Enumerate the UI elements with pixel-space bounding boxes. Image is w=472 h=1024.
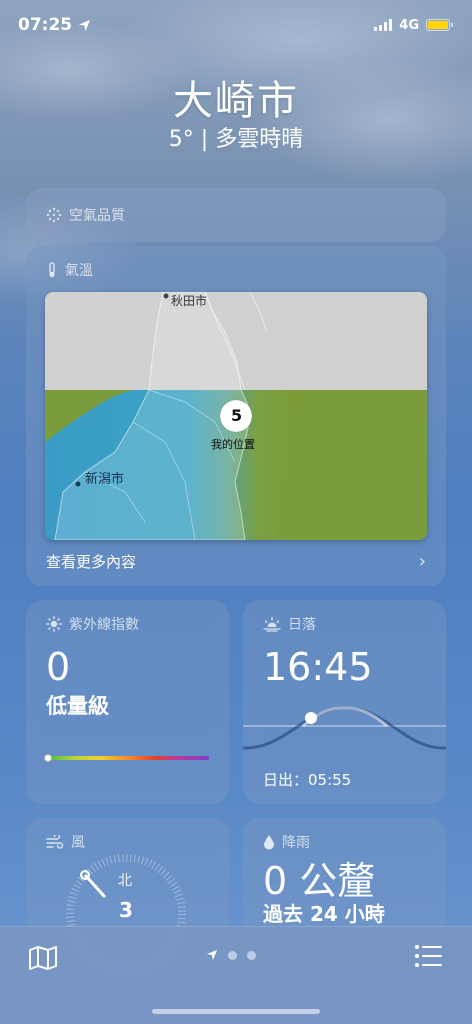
location-arrow-icon bbox=[79, 19, 91, 31]
sunset-card[interactable]: 日落 16:45 日出：05:55 bbox=[243, 600, 446, 804]
uv-title: 紫外線指數 bbox=[69, 617, 139, 633]
see-more-link[interactable]: 查看更多內容 bbox=[46, 551, 136, 572]
status-time: 07:25 bbox=[18, 15, 73, 35]
list-icon[interactable] bbox=[414, 943, 444, 969]
uv-scale-bar bbox=[44, 754, 209, 762]
cellular-signal-icon bbox=[374, 19, 393, 31]
sun-icon bbox=[46, 616, 62, 632]
sunset-title: 日落 bbox=[288, 617, 316, 633]
temperature-map[interactable]: 秋田市 新潟市 5 我的位置 bbox=[45, 292, 427, 540]
rainfall-title: 降雨 bbox=[282, 835, 310, 851]
uv-value: 0 bbox=[46, 645, 71, 689]
page-dot bbox=[228, 950, 237, 960]
temperature-map-title: 氣溫 bbox=[65, 263, 93, 279]
rainfall-amount: 0 公釐 bbox=[263, 859, 376, 903]
current-conditions: 5° | 多雲時晴 bbox=[168, 127, 304, 152]
my-location-temp: 5 bbox=[231, 406, 243, 425]
rainfall-card[interactable]: 降雨 0 公釐 過去 24 小時 bbox=[243, 818, 446, 938]
map-label-akita: 秋田市 bbox=[171, 294, 208, 308]
status-bar: 07:25 4G bbox=[0, 0, 472, 50]
air-quality-card[interactable]: 空氣品質 bbox=[26, 188, 446, 242]
temperature-map-card[interactable]: 氣溫 秋田市 新潟市 5 我的位置 查看更多內容 › bbox=[26, 246, 446, 586]
uv-indicator bbox=[44, 754, 52, 762]
sun-path-graph bbox=[243, 706, 446, 750]
thermometer-icon bbox=[49, 262, 55, 278]
sunset-time: 16:45 bbox=[263, 645, 373, 689]
page-indicator[interactable] bbox=[206, 949, 256, 961]
uv-index-card[interactable]: 紫外線指數 0 低量級 bbox=[26, 600, 229, 804]
air-quality-icon bbox=[46, 207, 62, 223]
battery-icon bbox=[426, 19, 453, 31]
sunset-icon bbox=[263, 616, 281, 632]
current-location-arrow-icon bbox=[206, 949, 218, 961]
air-quality-title: 空氣品質 bbox=[69, 208, 125, 224]
page-dot bbox=[247, 950, 256, 960]
rainfall-period: 過去 24 小時 bbox=[263, 902, 385, 926]
location-header: 大崎市 5° | 多雲時晴 bbox=[0, 76, 472, 154]
wind-icon bbox=[46, 835, 64, 849]
raindrop-icon bbox=[264, 835, 274, 850]
wind-speed: 3 bbox=[119, 898, 133, 922]
uv-level: 低量級 bbox=[46, 694, 109, 718]
city-name: 大崎市 bbox=[173, 78, 299, 124]
wind-title: 風 bbox=[71, 835, 85, 851]
home-indicator[interactable] bbox=[152, 1009, 320, 1014]
chevron-right-icon: › bbox=[418, 551, 426, 572]
bottom-toolbar bbox=[0, 926, 472, 1024]
map-label-niigata: 新潟市 bbox=[85, 472, 125, 487]
compass-north-label: 北 bbox=[118, 873, 132, 889]
map-icon[interactable] bbox=[28, 945, 58, 971]
sun-position-dot bbox=[305, 712, 317, 724]
network-type: 4G bbox=[399, 17, 419, 33]
sunrise-time: 日出：05:55 bbox=[263, 771, 352, 789]
wind-card[interactable]: 風 北 3 bbox=[26, 818, 229, 974]
my-location-label: 我的位置 bbox=[211, 438, 255, 451]
